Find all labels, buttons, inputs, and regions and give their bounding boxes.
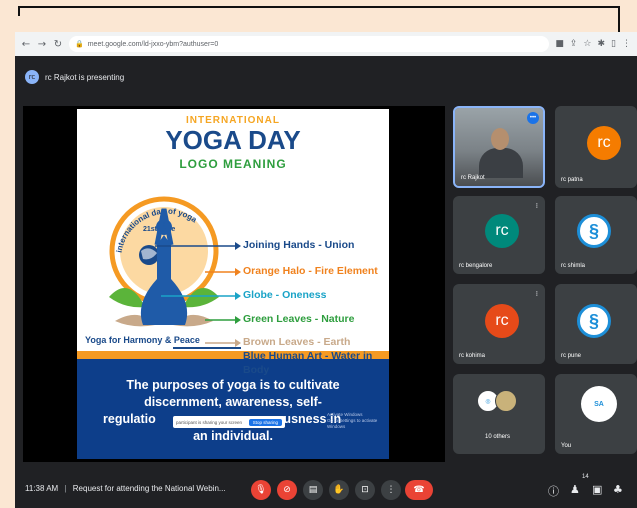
browser-actions: ■ ⇪ ☆ ✱ ▯ ⋮: [555, 39, 631, 49]
self-logo: SA: [581, 386, 617, 422]
people-icon[interactable]: ♟: [570, 483, 580, 496]
browser-window: ← → ↻ 🔒 meet.google.com/ld-jxxo-ybm?auth…: [15, 32, 637, 508]
mic-off-button[interactable]: 🎙: [251, 480, 271, 500]
participant-count: 14: [582, 474, 589, 480]
participant-tile-kohima[interactable]: ⁞ rc rc kohima: [453, 284, 545, 364]
participant-logo-avatar: §: [577, 304, 611, 338]
share-icon[interactable]: ⇪: [570, 39, 578, 49]
screen-share-text: participant is sharing your screen: [176, 419, 243, 425]
activities-icon[interactable]: ♣: [613, 483, 623, 496]
label-joining-hands: Joining Hands - Union: [243, 239, 355, 251]
frame-left-line: [18, 6, 20, 16]
camera-off-button[interactable]: ⊘: [277, 480, 297, 500]
purpose-text: The purposes of yoga is to cultivate dis…: [87, 377, 379, 445]
participant-logo-avatar: §: [577, 214, 611, 248]
participant-name: You: [561, 443, 572, 449]
participant-avatar: rc: [485, 304, 519, 338]
star-icon[interactable]: ☆: [583, 39, 591, 49]
purpose-line-3a: regulatio: [103, 412, 156, 426]
sidepanel-icon[interactable]: ▯: [611, 39, 616, 49]
participant-name: rc Rajkot: [461, 175, 485, 181]
participant-tile-rajkot[interactable]: ••• rc Rajkot: [453, 106, 545, 188]
purpose-line-1: The purposes of yoga is to cultivate: [126, 378, 340, 392]
others-avatar-stack: ◎: [477, 390, 517, 412]
arrow-blue-human: [173, 347, 241, 349]
participant-tile-patna[interactable]: rc rc patna: [555, 106, 637, 188]
label-blue-human-visible: Blue Human Art - Water in Body: [243, 350, 373, 376]
others-count: 10 others: [485, 434, 511, 440]
label-orange-halo: Orange Halo - Fire Element: [243, 265, 378, 277]
menu-icon[interactable]: ⋮: [622, 39, 631, 49]
url-text: meet.google.com/ld-jxxo-ybm?authuser=0: [87, 40, 219, 48]
back-icon[interactable]: ←: [21, 39, 31, 50]
forward-icon[interactable]: →: [37, 39, 47, 50]
mic-muted-icon: ⁞: [535, 290, 538, 298]
label-green-leaves: Green Leaves - Nature: [243, 313, 355, 325]
participant-video-head: [491, 128, 509, 150]
speaking-indicator-icon: •••: [527, 112, 539, 124]
activate-windows-note: Activate Windows Go to Settings to activ…: [327, 412, 389, 430]
participant-name: rc shimla: [561, 263, 586, 269]
spiral-logo-icon: §: [588, 220, 599, 241]
participant-tile-pune[interactable]: § rc pune: [555, 284, 637, 364]
participant-avatar: rc: [587, 126, 621, 160]
extensions-icon[interactable]: ✱: [598, 39, 606, 49]
participant-tile-others[interactable]: ◎ 10 others: [453, 374, 545, 454]
browser-toolbar: ← → ↻ 🔒 meet.google.com/ld-jxxo-ybm?auth…: [15, 32, 637, 56]
participant-name: rc patna: [561, 177, 583, 183]
participant-tile-you[interactable]: SA You: [555, 374, 637, 454]
participant-video-body: [479, 148, 523, 178]
stop-sharing-button[interactable]: Stop sharing: [248, 418, 282, 426]
more-options-button[interactable]: ⋮: [381, 480, 401, 500]
presenting-banner: rc rc Rajkot is presenting: [25, 70, 124, 84]
label-globe: Globe - Oneness: [243, 289, 327, 301]
raise-hand-button[interactable]: ✋: [329, 480, 349, 500]
lock-icon: 🔒: [75, 40, 84, 48]
captions-button[interactable]: ▤: [303, 480, 323, 500]
participant-tile-shimla[interactable]: § rc shimla: [555, 196, 637, 274]
other-avatar: [495, 390, 517, 412]
frame-right-line: [618, 6, 620, 32]
purpose-line-4: an individual.: [193, 429, 273, 443]
meeting-info: 11:38 AM | Request for attending the Nat…: [25, 484, 226, 493]
participant-tile-bengalore[interactable]: ⁞ rc rc bengalore: [453, 196, 545, 274]
participant-name: rc pune: [561, 353, 582, 359]
participant-avatar: rc: [485, 214, 519, 248]
activate-windows-subtitle: Go to Settings to activate Windows: [327, 418, 378, 429]
presentation-stage: INTERNATIONAL YOGA DAY LOGO MEANING inte…: [23, 106, 445, 462]
label-brown-leaves: Brown Leaves - Earth: [243, 336, 351, 348]
meeting-time: 11:38 AM: [25, 484, 59, 493]
participant-name: rc kohima: [459, 353, 486, 359]
end-call-button[interactable]: ☎: [405, 480, 433, 500]
frame-top-line: [18, 6, 618, 8]
participant-name: rc bengalore: [459, 263, 493, 269]
meeting-title: Request for attending the National Webin…: [72, 484, 226, 493]
purpose-line-2: discernment, awareness, self-: [144, 395, 322, 409]
reload-icon[interactable]: ↻: [53, 39, 63, 50]
camera-icon[interactable]: ■: [555, 39, 564, 49]
slide-tagline: Yoga for Harmony & Peace: [85, 335, 200, 345]
address-bar[interactable]: 🔒 meet.google.com/ld-jxxo-ybm?authuser=0: [69, 36, 550, 52]
meeting-separator: |: [64, 484, 67, 493]
meeting-toolbar: 11:38 AM | Request for attending the Nat…: [15, 472, 637, 508]
mic-muted-icon: ⁞: [535, 202, 538, 210]
present-button[interactable]: ⊡: [355, 480, 375, 500]
shared-slide: INTERNATIONAL YOGA DAY LOGO MEANING inte…: [77, 109, 389, 459]
presenting-text: rc Rajkot is presenting: [45, 72, 125, 82]
chat-icon[interactable]: ▣: [592, 483, 602, 496]
spiral-logo-icon: §: [588, 310, 599, 331]
presenter-avatar: rc: [25, 70, 39, 84]
screen-share-notice: participant is sharing your screen Stop …: [173, 416, 285, 428]
meeting-info-icon[interactable]: ⓘ: [548, 483, 559, 499]
